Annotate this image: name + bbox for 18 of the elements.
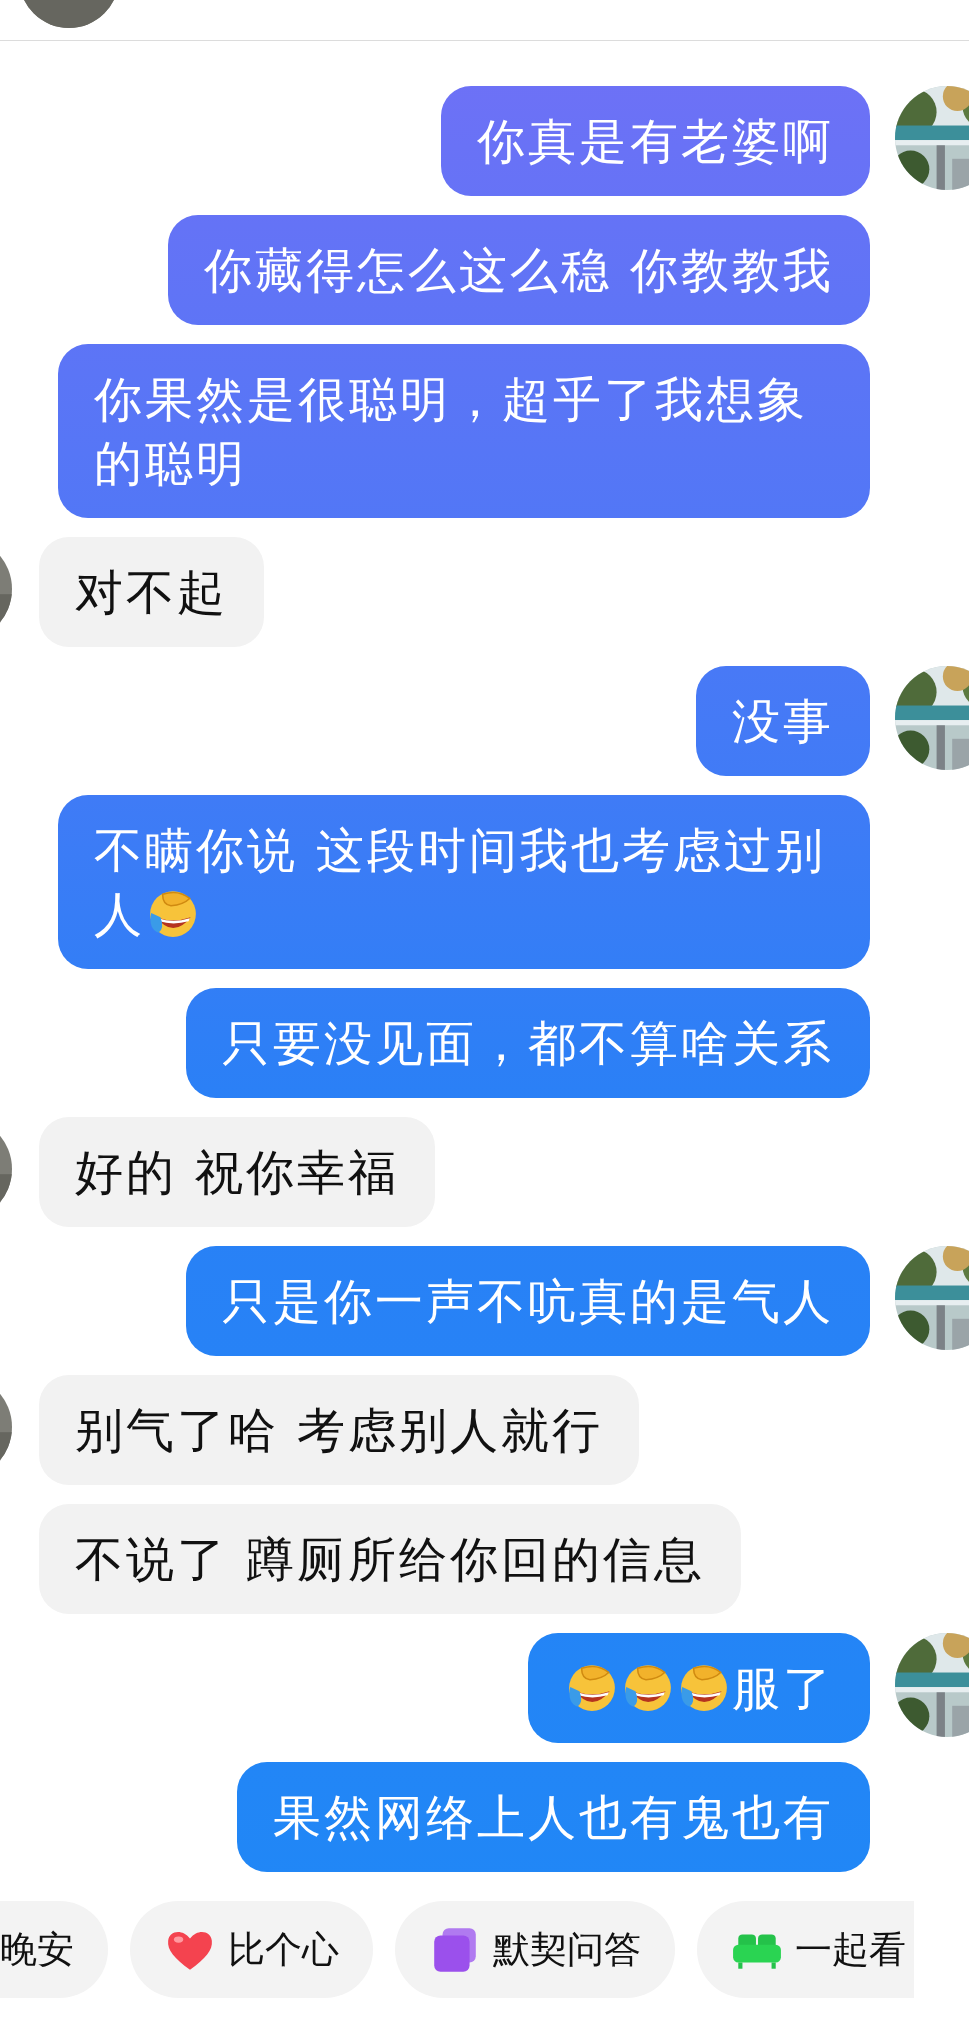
- message-text: 对不起: [75, 564, 228, 620]
- quick-reply-chip[interactable]: 比个心: [130, 1901, 373, 1998]
- quick-reply-chip[interactable]: 晚安: [0, 1901, 108, 1998]
- message-text: 只要没见面，都不算啥关系: [222, 1015, 834, 1071]
- message-text: 好的 祝你幸福: [75, 1144, 400, 1200]
- message-text: 服了: [732, 1660, 834, 1716]
- message-text: 你真是有老婆啊: [477, 113, 834, 169]
- message-text: 别气了哈 考虑别人就行: [75, 1402, 604, 1458]
- message-text: 你藏得怎么这么稳 你教教我: [203, 242, 834, 298]
- message-text: 人: [94, 886, 145, 942]
- message-text: 只是你一声不吭真的是气人: [222, 1273, 834, 1329]
- quick-reply-chip[interactable]: 一起看: [697, 1901, 914, 1998]
- quick-reply-chip[interactable]: 默契问答: [395, 1901, 675, 1998]
- message-text: 你果然是很聪明，超乎了我想象的聪明: [94, 371, 808, 491]
- message-text: 不瞒你说 这段时间我也考虑过别: [94, 822, 827, 878]
- message-text: 果然网络上人也有鬼也有: [273, 1789, 834, 1845]
- message-text: 没事: [732, 693, 834, 749]
- message-text: 不说了 蹲厕所给你回的信息: [75, 1531, 706, 1587]
